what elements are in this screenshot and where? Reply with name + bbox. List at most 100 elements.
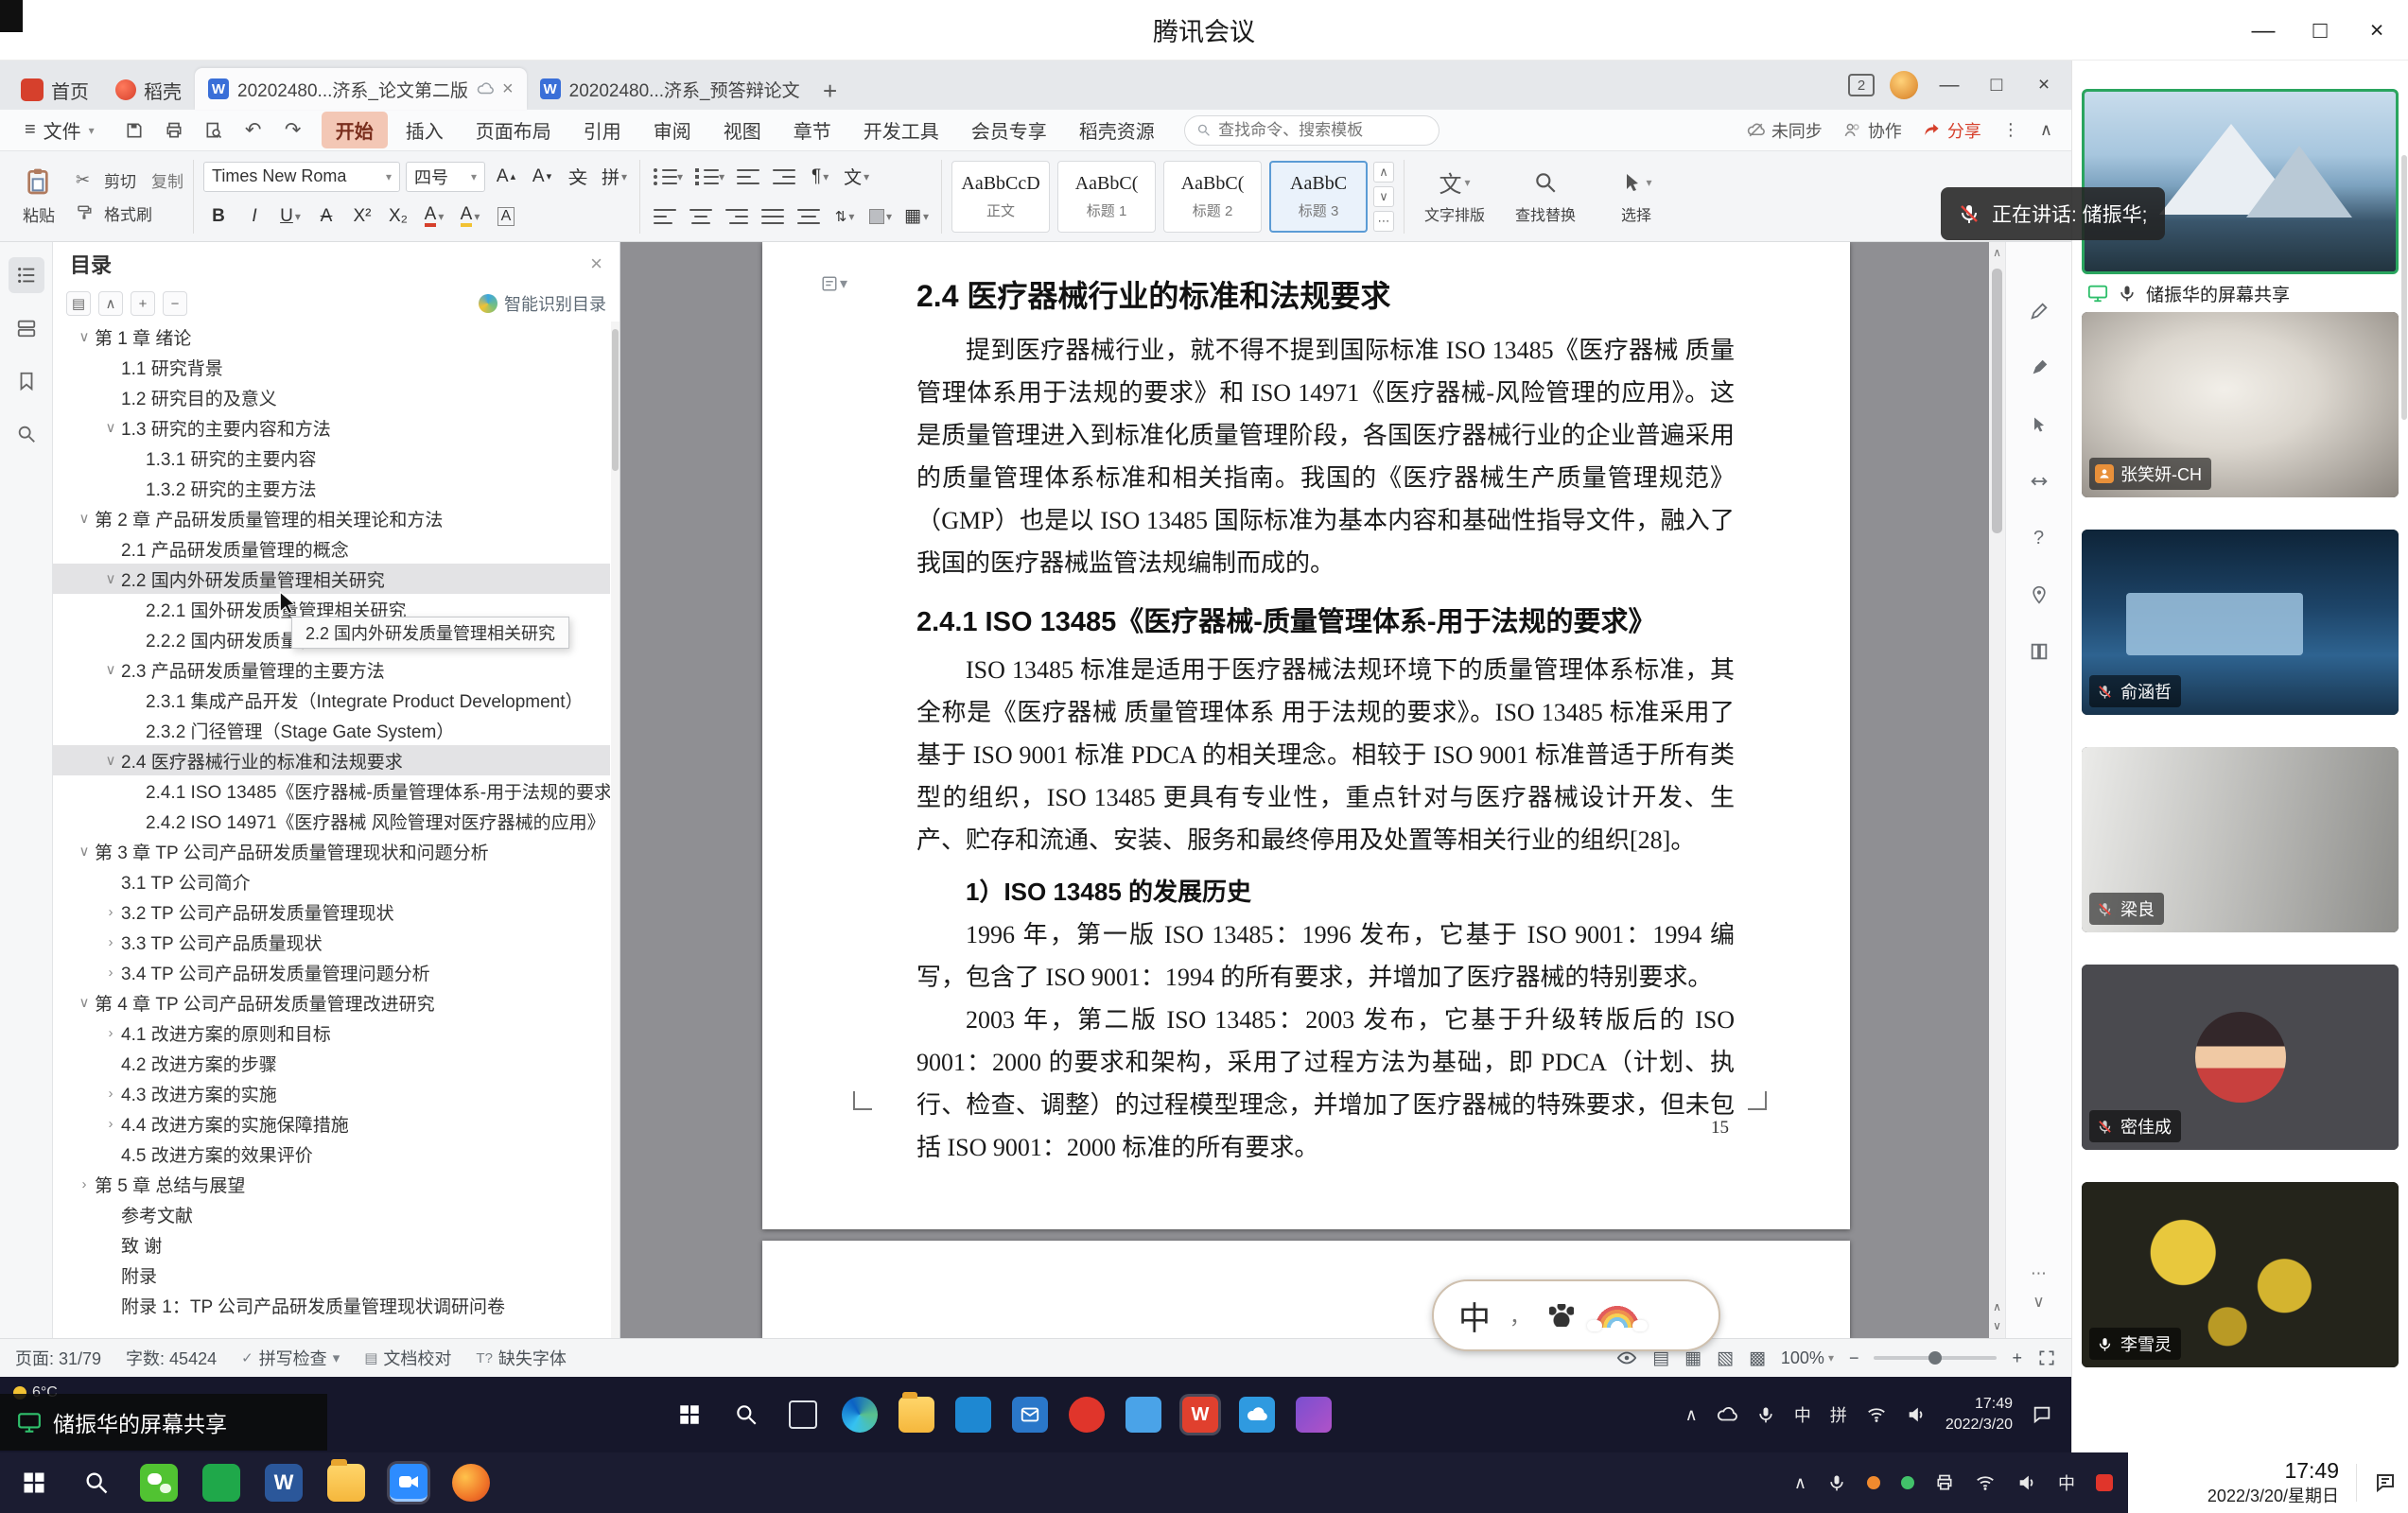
web-view-icon[interactable]: ▩ <box>1749 1348 1766 1369</box>
toc-arrow-icon[interactable]: › <box>100 1116 121 1132</box>
taskbar-search-icon[interactable] <box>728 1397 764 1433</box>
document-page[interactable]: ▾ 2.4 医疗器械行业的标准和法规要求提到医疗器械行业，就不得不提到国际标准 … <box>762 242 1850 1229</box>
spellcheck-button[interactable]: ✓拼写检查▾ <box>241 1346 340 1370</box>
style-card[interactable]: AaBbC 标题 3 <box>1269 161 1368 233</box>
style-card[interactable]: AaBbC( 标题 2 <box>1163 161 1262 233</box>
toc-item[interactable]: 3.1 TP 公司简介 <box>53 866 610 896</box>
ime-toolbar[interactable]: 中 ， <box>1432 1279 1720 1351</box>
highlight-button[interactable]: A▾ <box>455 202 485 231</box>
jd-app-icon[interactable] <box>1069 1397 1105 1433</box>
underline-button[interactable]: U▾ <box>275 202 305 231</box>
bookmark-panel-icon[interactable] <box>9 363 44 399</box>
ribbon-tab[interactable]: 视图 <box>709 112 776 148</box>
panel-scrollbar[interactable] <box>2401 155 2407 420</box>
locate-pin-icon[interactable] <box>2023 579 2055 611</box>
proofing-button[interactable]: ▤文档校对 <box>364 1346 451 1370</box>
start-icon[interactable] <box>672 1397 707 1433</box>
tray-expand-icon[interactable]: ∧ <box>1794 1473 1806 1493</box>
file-menu-button[interactable]: ≡ 文件 ▾ <box>13 116 106 144</box>
toc-item[interactable]: ∨1.3 研究的主要内容和方法 <box>53 412 610 443</box>
tray-mic-icon[interactable] <box>1756 1405 1775 1424</box>
toc-item[interactable]: ∨第 4 章 TP 公司产品研发质量管理改进研究 <box>53 987 610 1017</box>
toc-item[interactable]: 2.3.1 集成产品开发（Integrate Product Developme… <box>53 685 610 715</box>
toc-arrow-icon[interactable]: ∨ <box>74 994 95 1011</box>
toc-item[interactable]: 1.1 研究背景 <box>53 352 610 382</box>
taskbar-search-icon[interactable] <box>78 1464 115 1502</box>
participant-tile[interactable]: 俞涵哲 <box>2082 530 2399 715</box>
word-count[interactable]: 字数: 45424 <box>126 1346 217 1370</box>
toc-item[interactable]: 4.5 改进方案的效果评价 <box>53 1139 610 1169</box>
mail-icon[interactable] <box>1012 1397 1048 1433</box>
green-app-icon[interactable] <box>202 1464 240 1502</box>
shared-taskbar-clock[interactable]: 17:49 2022/3/20 <box>1946 1394 2013 1435</box>
gallery-more-icon[interactable]: ⋯ <box>1373 211 1394 232</box>
format-painter-button[interactable]: 格式刷 <box>76 201 183 225</box>
toc-item[interactable]: ›4.1 改进方案的原则和目标 <box>53 1017 610 1048</box>
toc-expand-icon[interactable]: + <box>131 291 155 316</box>
toc-arrow-icon[interactable]: › <box>74 1176 95 1192</box>
align-left-button[interactable] <box>650 202 680 231</box>
gallery-down-icon[interactable]: ∨ <box>1373 186 1394 207</box>
tray-expand-icon[interactable]: ∧ <box>1685 1405 1698 1425</box>
zoom-out-icon[interactable]: − <box>1849 1348 1859 1368</box>
toc-collapse-icon[interactable]: − <box>163 291 187 316</box>
photos-app-icon[interactable] <box>1296 1397 1332 1433</box>
style-card[interactable]: AaBbC( 标题 1 <box>1057 161 1156 233</box>
document-tab[interactable]: W 20202480...济系_预答辩论文 × <box>527 68 813 110</box>
docs-app-icon[interactable] <box>1125 1397 1161 1433</box>
collaborate-button[interactable]: 协作 <box>1843 118 1902 143</box>
toc-item[interactable]: ›4.3 改进方案的实施 <box>53 1078 610 1108</box>
wps-close-icon[interactable]: × <box>2028 74 2060 96</box>
more-options-icon[interactable]: ⋮ <box>2002 120 2019 140</box>
toc-item[interactable]: 附录 <box>53 1260 610 1290</box>
toc-panel-icon[interactable] <box>9 257 44 293</box>
notification-icon[interactable] <box>2032 1404 2052 1425</box>
toc-arrow-icon[interactable]: ∨ <box>100 752 121 769</box>
find-replace-button[interactable]: 查找替换 <box>1505 159 1586 235</box>
shading-button[interactable]: ▾ <box>865 202 896 231</box>
decrease-indent-button[interactable] <box>733 163 763 191</box>
tencent-meeting-icon[interactable] <box>390 1464 428 1502</box>
toc-item[interactable]: 2.4.2 ISO 14971《医疗器械 风险管理对医疗器械的应用》 <box>53 806 610 836</box>
toc-arrow-icon[interactable]: › <box>100 1025 121 1041</box>
toc-arrow-icon[interactable]: ∨ <box>74 843 95 860</box>
tray-printer-icon[interactable] <box>1935 1473 1954 1492</box>
participant-tile[interactable] <box>2082 89 2399 274</box>
tray-red-app-icon[interactable] <box>2096 1474 2113 1491</box>
page-indicator[interactable]: 页面: 31/79 <box>15 1346 101 1370</box>
toc-item[interactable]: 2.1 产品研发质量管理的概念 <box>53 533 610 564</box>
scrollbar-thumb[interactable] <box>1992 269 2002 533</box>
toc-item[interactable]: 1.3.1 研究的主要内容 <box>53 443 610 473</box>
restore-icon[interactable]: □ <box>2298 9 2342 52</box>
task-view-icon[interactable] <box>785 1397 821 1433</box>
cut-button[interactable]: ✂剪切复制 <box>76 168 183 192</box>
toc-item[interactable]: ›4.4 改进方案的实施保障措施 <box>53 1108 610 1139</box>
new-tab-button[interactable]: + <box>813 72 847 110</box>
toc-scrollbar[interactable] <box>611 322 619 1338</box>
toc-item[interactable]: 2.4.1 ISO 13485《医疗器械-质量管理体系-用于法规的要求》 <box>53 775 610 806</box>
toc-item[interactable]: ›3.3 TP 公司产品质量现状 <box>53 927 610 957</box>
ime-pinyin-indicator[interactable]: 拼 <box>1830 1402 1847 1427</box>
more-tools-icon[interactable]: ⋯ <box>2031 1264 2047 1283</box>
toc-level-icon[interactable]: ▤ <box>66 291 91 316</box>
sharing-participant-row[interactable]: 储振华的屏幕共享 <box>2082 274 2399 312</box>
ribbon-tab[interactable]: 稻壳资源 <box>1065 112 1169 148</box>
ime-skin-icon[interactable] <box>1593 1303 1642 1328</box>
help-icon[interactable]: ? <box>2023 522 2055 554</box>
ribbon-tab[interactable]: 开发工具 <box>849 112 953 148</box>
toc-locate-icon[interactable]: ∧ <box>98 291 123 316</box>
document-scrollbar[interactable]: ∧ ∧ ∨ <box>1989 242 2005 1338</box>
toc-arrow-icon[interactable]: ∨ <box>100 661 121 678</box>
toc-item[interactable]: ∨第 3 章 TP 公司产品研发质量管理现状和问题分析 <box>53 836 610 866</box>
wifi-icon[interactable] <box>1975 1472 1996 1493</box>
toc-item[interactable]: ∨2.4 医疗器械行业的标准和法规要求 <box>53 745 610 775</box>
read-view-icon[interactable]: ▧ <box>1717 1348 1734 1369</box>
split-view-icon[interactable] <box>2023 465 2055 497</box>
print-preview-icon[interactable] <box>201 121 227 140</box>
volume-icon[interactable] <box>1906 1404 1927 1425</box>
bullet-list-button[interactable]: ▾ <box>650 163 686 191</box>
zoom-slider[interactable] <box>1874 1356 1997 1360</box>
numbered-list-button[interactable]: ▾ <box>691 163 727 191</box>
wps-minimize-icon[interactable]: — <box>1933 74 1965 96</box>
missing-font-button[interactable]: T?缺失字体 <box>476 1346 567 1370</box>
